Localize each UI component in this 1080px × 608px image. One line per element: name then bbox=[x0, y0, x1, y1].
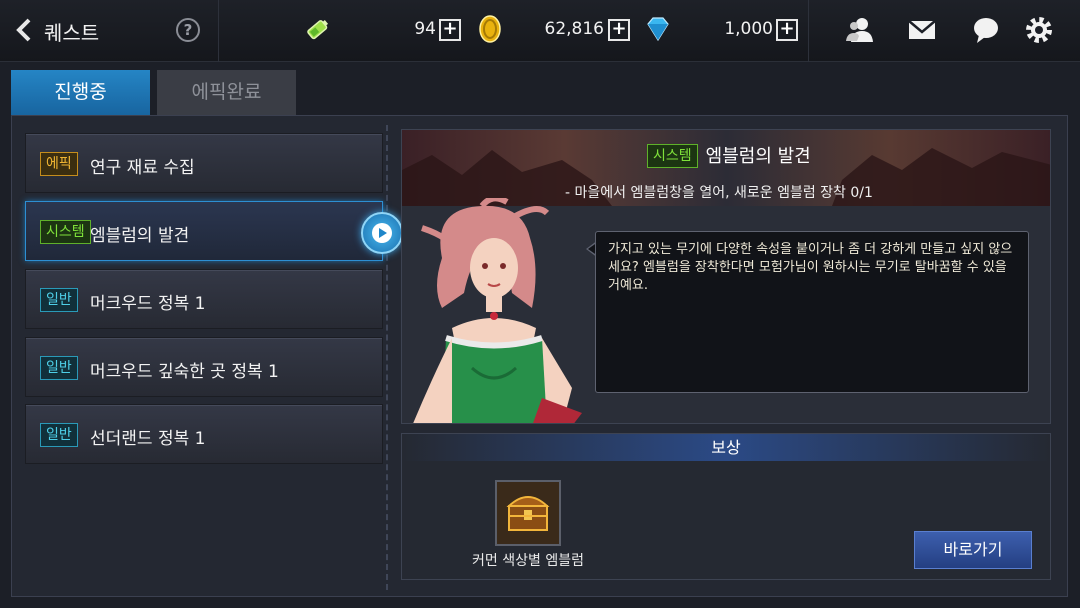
quest-type-badge: 시스템 bbox=[40, 220, 91, 244]
npc-character-portrait bbox=[413, 198, 582, 423]
quest-type-badge: 시스템 bbox=[647, 144, 698, 168]
quest-list-item-selected[interactable]: 시스템 엠블럼의 발견 bbox=[25, 201, 383, 261]
tab-in-progress[interactable]: 진행중 bbox=[11, 70, 150, 115]
gold-plus-button[interactable]: + bbox=[608, 19, 630, 41]
quest-type-badge: 에픽 bbox=[40, 152, 78, 176]
back-chevron-icon[interactable] bbox=[14, 17, 34, 43]
quest-type-badge: 일반 bbox=[40, 356, 78, 380]
treasure-chest-icon bbox=[497, 482, 559, 544]
quest-title: 연구 재료 수집 bbox=[90, 158, 195, 178]
chat-icon[interactable] bbox=[970, 14, 1002, 46]
quest-type-badge: 일반 bbox=[40, 288, 78, 312]
quest-list-item[interactable]: 일반 선더랜드 정복 1 bbox=[25, 404, 383, 464]
gold-value: 62,816 bbox=[544, 19, 604, 39]
tab-epic-completed[interactable]: 에픽완료 bbox=[157, 70, 296, 115]
diamond-icon bbox=[643, 14, 673, 44]
quest-banner: 시스템 엠블럼의 발견 - 마을에서 엠블럼창을 열어, 새로운 엠블럼 장착 0… bbox=[402, 130, 1050, 206]
stamina-battery-icon bbox=[303, 14, 333, 44]
panel-divider bbox=[386, 125, 388, 590]
gold-coin-icon bbox=[475, 14, 505, 44]
stamina-plus-button[interactable]: + bbox=[439, 19, 461, 41]
play-arrow-icon[interactable] bbox=[361, 212, 403, 254]
npc-dialogue: 가지고 있는 무기에 다양한 속성을 붙이거나 좀 더 강하게 만들고 싶지 않… bbox=[595, 231, 1029, 393]
reward-item-slot[interactable] bbox=[495, 480, 561, 546]
reward-item-name: 커먼 색상별 엠블럼 bbox=[472, 553, 584, 569]
quest-detail-title: 시스템 엠블럼의 발견 bbox=[647, 142, 811, 168]
quest-detail-title-text: 엠블럼의 발견 bbox=[705, 146, 811, 167]
divider bbox=[808, 0, 809, 62]
goto-button[interactable]: 바로가기 bbox=[914, 531, 1032, 569]
top-bar: 퀘스트 ? 94 + 62,816 + 1,000 + bbox=[0, 0, 1080, 62]
friends-icon[interactable] bbox=[844, 14, 876, 46]
gem-value: 1,000 bbox=[724, 19, 773, 39]
quest-title: 선더랜드 정복 1 bbox=[90, 429, 206, 449]
stamina-value: 94 bbox=[414, 19, 436, 39]
quest-list-item[interactable]: 에픽 연구 재료 수집 bbox=[25, 133, 383, 193]
quest-detail: 시스템 엠블럼의 발견 - 마을에서 엠블럼창을 열어, 새로운 엠블럼 장착 0… bbox=[401, 129, 1051, 424]
reward-section: 보상 커먼 색상별 엠블럼 바로가기 bbox=[401, 433, 1051, 580]
gem-plus-button[interactable]: + bbox=[776, 19, 798, 41]
quest-title: 머크우드 깊숙한 곳 정복 1 bbox=[90, 362, 279, 382]
quest-title: 엠블럼의 발견 bbox=[90, 226, 190, 246]
quest-type-badge: 일반 bbox=[40, 423, 78, 447]
gear-icon[interactable] bbox=[1023, 14, 1055, 46]
quest-list-item[interactable]: 일반 머크우드 깊숙한 곳 정복 1 bbox=[25, 337, 383, 397]
mail-icon[interactable] bbox=[906, 14, 938, 46]
quest-title: 머크우드 정복 1 bbox=[90, 294, 206, 314]
quest-objective: - 마을에서 엠블럼창을 열어, 새로운 엠블럼 장착 0/1 bbox=[565, 185, 873, 201]
page-title: 퀘스트 bbox=[44, 21, 100, 45]
divider bbox=[218, 0, 219, 62]
help-icon[interactable]: ? bbox=[176, 18, 200, 42]
quest-list-item[interactable]: 일반 머크우드 정복 1 bbox=[25, 269, 383, 329]
reward-header: 보상 bbox=[402, 434, 1050, 461]
